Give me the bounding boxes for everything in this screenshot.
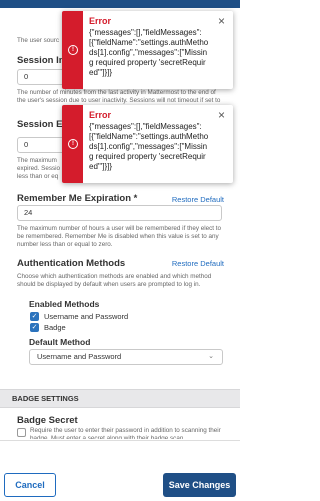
default-method-select[interactable]: Username and Password ⌄ [29,349,223,365]
check-icon: ✓ [31,313,38,320]
session-idle-help: The number of minutes from the last acti… [17,89,221,104]
badge-checkbox[interactable]: ✓ [30,323,39,332]
cancel-button[interactable]: Cancel [4,473,56,497]
auth-methods-label: Authentication Methods [17,258,126,269]
auth-methods-help: Choose which authentication methods are … [17,273,212,288]
username-password-label: Username and Password [44,312,129,321]
footer-bar: Cancel Save Changes [0,440,240,501]
remember-me-label: Remember Me Expiration * [17,193,138,204]
close-icon[interactable]: × [218,108,225,122]
enabled-methods-label: Enabled Methods [29,299,100,309]
badge-secret-checkbox[interactable] [17,428,26,437]
toast-title: Error [89,110,112,120]
remember-me-restore-default[interactable]: Restore Default [172,195,224,204]
session-expiry-help: The maximum expired. Sessio less than or… [17,157,61,180]
close-icon[interactable]: × [218,14,225,28]
error-icon: ! [68,139,78,149]
auth-methods-restore-default[interactable]: Restore Default [172,259,224,268]
default-method-value: Username and Password [37,352,122,361]
check-icon: ✓ [31,324,38,331]
badge-settings-title: BADGE SETTINGS [12,394,79,403]
username-password-checkbox[interactable]: ✓ [30,312,39,321]
save-changes-button[interactable]: Save Changes [163,473,236,497]
settings-scroll-area[interactable]: The user sourc Session Inac 0 The number… [0,0,240,440]
badge-option-label: Badge [44,323,66,332]
default-method-label: Default Method [29,337,91,347]
toast-title: Error [89,16,112,26]
top-bar [0,0,240,8]
chevron-down-icon: ⌄ [208,353,214,360]
badge-settings-section-header: BADGE SETTINGS [0,389,240,408]
remember-me-input[interactable]: 24 [17,205,222,221]
error-toast: ! Error {"messages":[],"fieldMessages":[… [62,11,233,89]
remember-me-help: The maximum number of hours a user will … [17,225,222,248]
toast-message: {"messages":[],"fieldMessages":[{"fieldN… [89,28,209,77]
badge-secret-help: Require the user to enter their password… [30,427,221,439]
error-icon: ! [68,45,78,55]
toast-message: {"messages":[],"fieldMessages":[{"fieldN… [89,122,209,171]
badge-secret-label: Badge Secret [17,415,78,426]
error-toast: ! Error {"messages":[],"fieldMessages":[… [62,105,233,183]
